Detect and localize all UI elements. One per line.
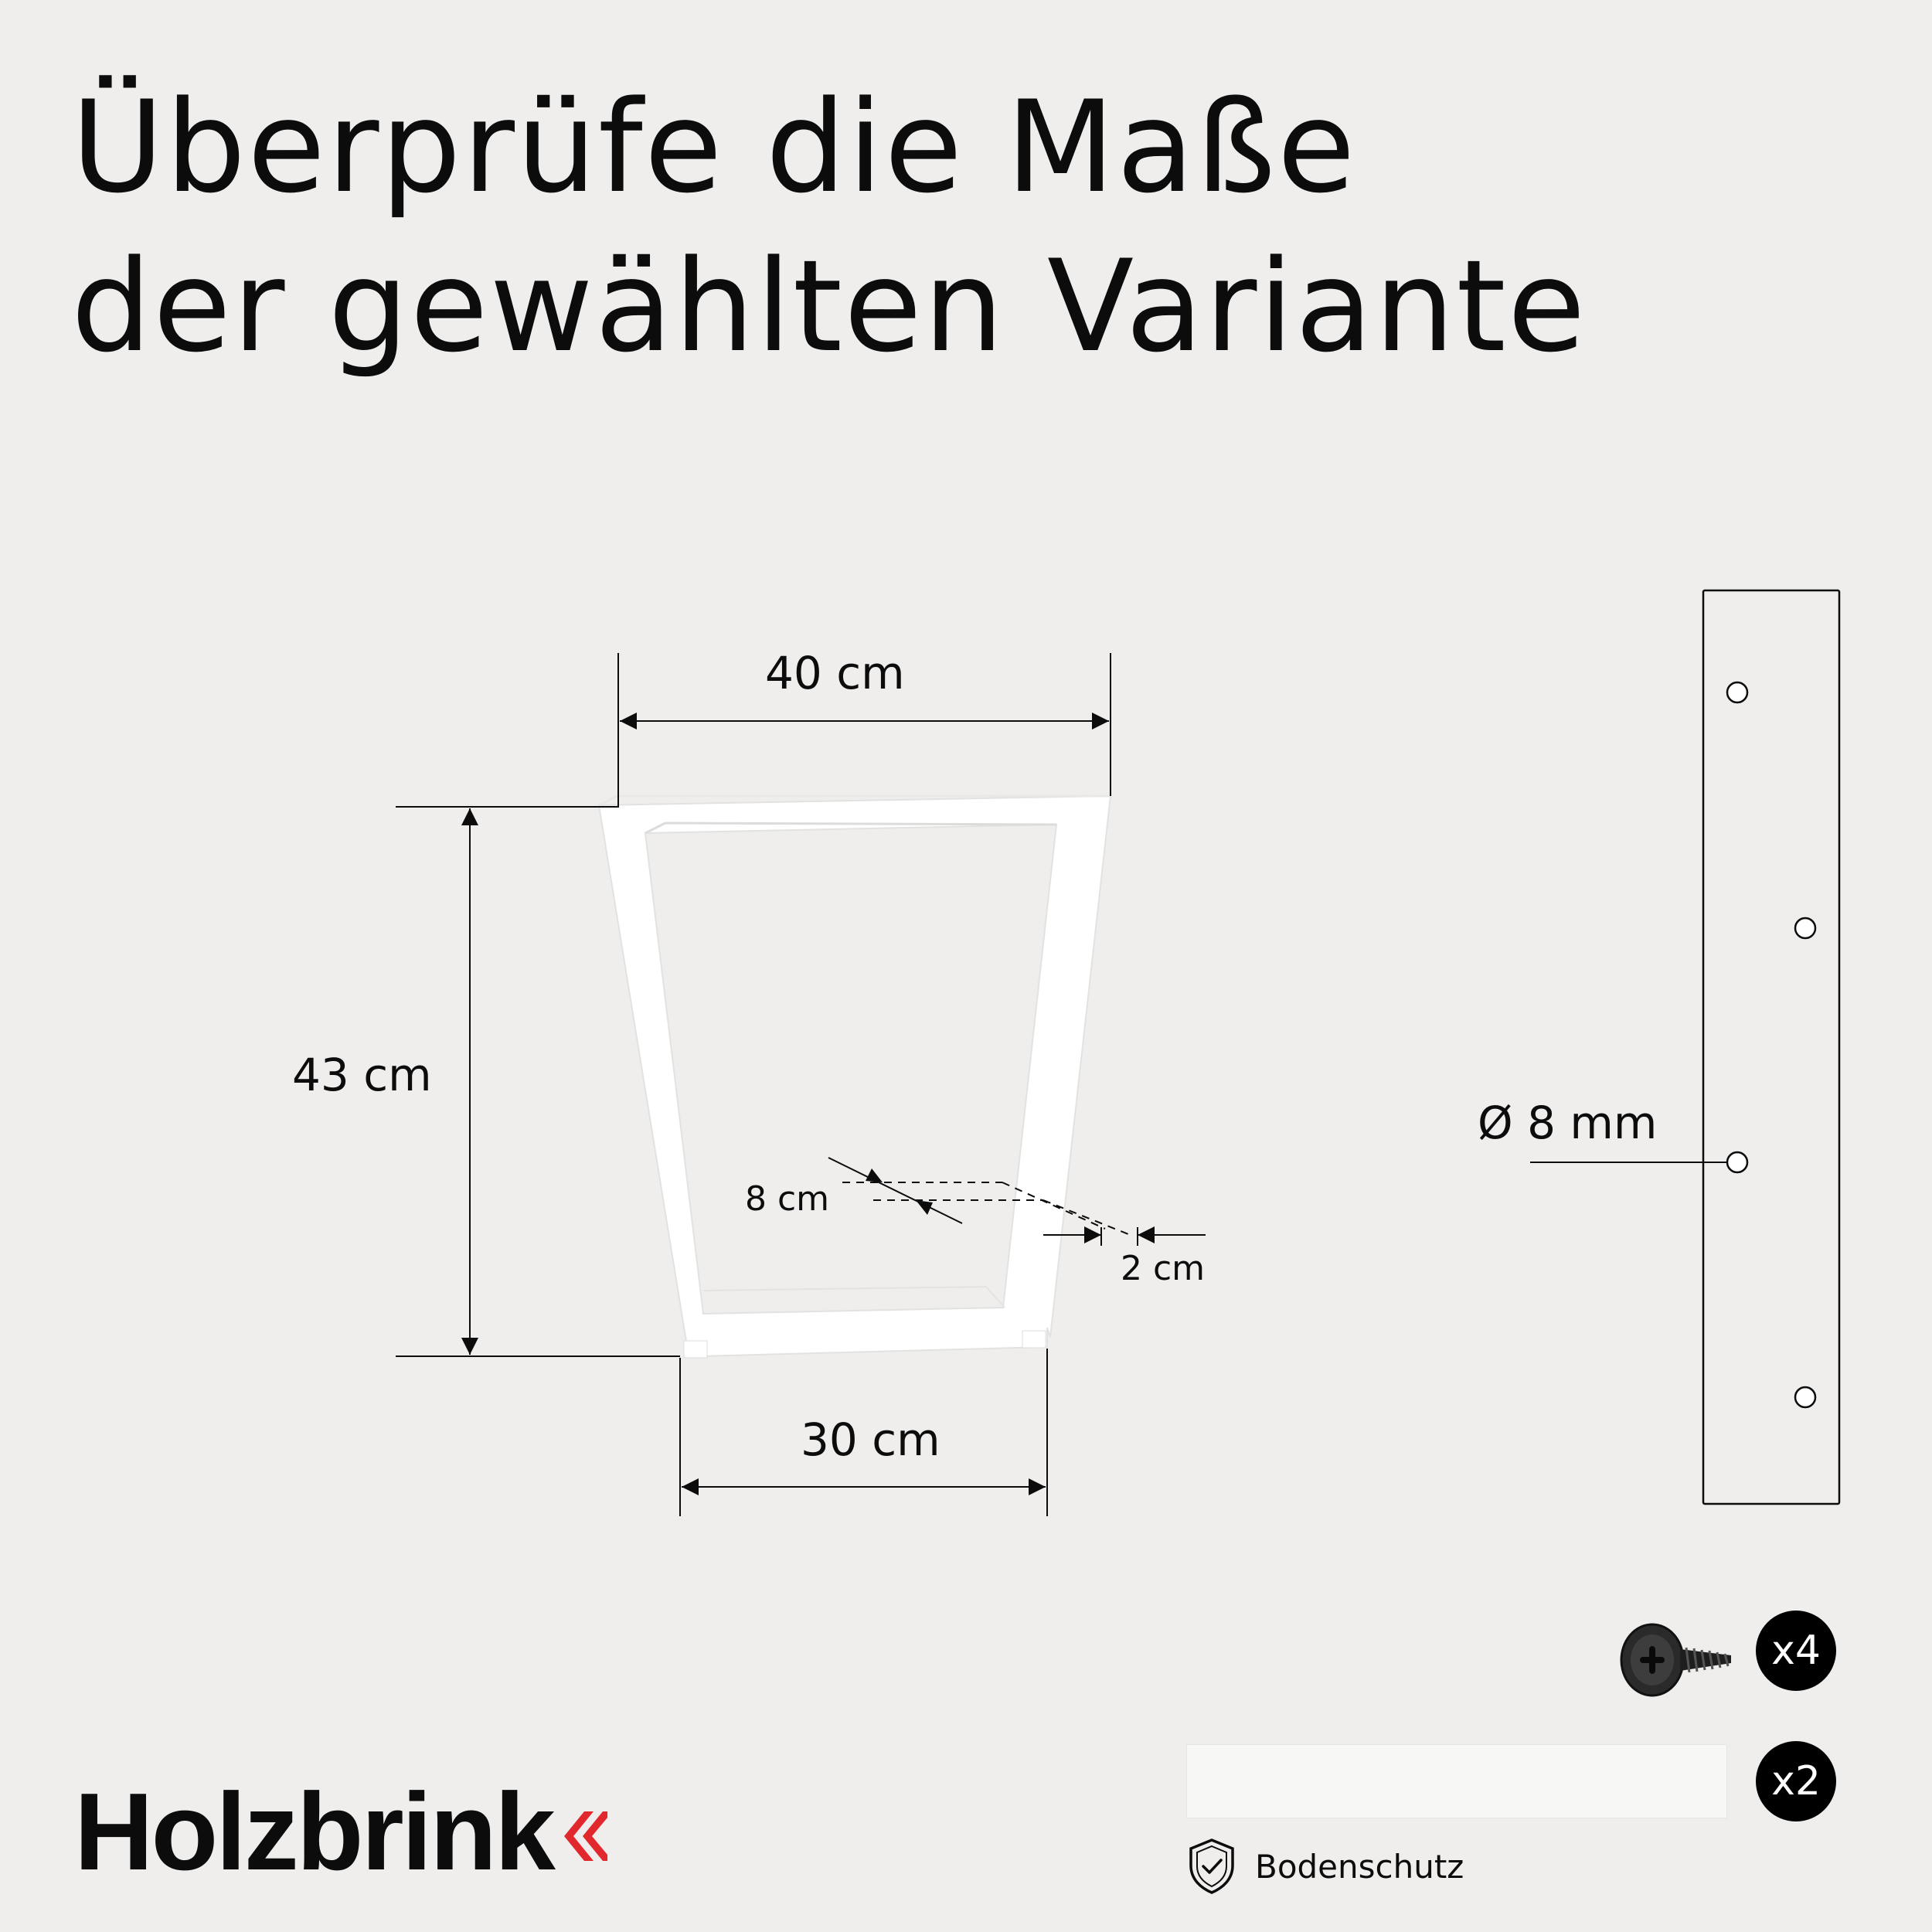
top-width-label: 40 cm	[765, 647, 905, 699]
screw-icon	[1620, 1623, 1731, 1697]
plate-hole	[1726, 1151, 1749, 1174]
brand-logo: Holzbrink	[74, 1777, 607, 1887]
pads-count-badge: x2	[1756, 1741, 1836, 1821]
brand-name: Holzbrink	[74, 1770, 556, 1893]
profile-thickness-dimension	[1043, 1226, 1206, 1246]
shield-check-icon	[1189, 1838, 1234, 1894]
floor-protection-label: Bodenschutz	[1255, 1847, 1464, 1886]
height-label: 43 cm	[292, 1049, 432, 1101]
profile-thickness-label: 2 cm	[1121, 1249, 1206, 1288]
profile-depth-dimension	[828, 1157, 1129, 1235]
profile-depth-label: 8 cm	[745, 1179, 830, 1219]
table-leg-drawing	[597, 794, 1112, 1359]
hole-diameter-label: Ø 8 mm	[1478, 1097, 1658, 1149]
double-chevron-left-icon	[563, 1811, 607, 1861]
screws-count-badge: x4	[1756, 1611, 1836, 1691]
mounting-plate	[1530, 589, 1841, 1505]
plate-hole	[1794, 917, 1817, 940]
bottom-width-label: 30 cm	[801, 1413, 940, 1466]
felt-pad	[1186, 1744, 1727, 1818]
plate-hole	[1794, 1386, 1817, 1409]
plate-hole	[1726, 681, 1749, 704]
floor-protection: Bodenschutz	[1187, 1835, 1464, 1897]
